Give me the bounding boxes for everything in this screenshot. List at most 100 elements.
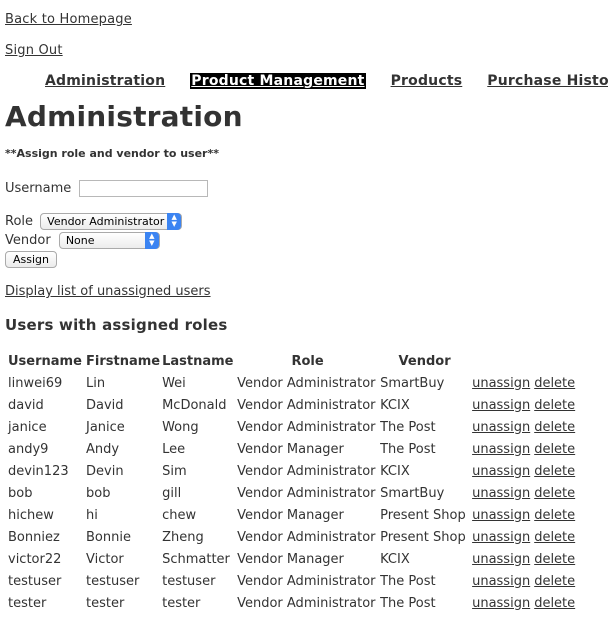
- delete-link[interactable]: delete: [534, 442, 575, 457]
- vendor-label: Vendor: [5, 233, 51, 248]
- table-row: janice Janice Wong Vendor Administrator The …: [5, 416, 580, 438]
- cell-firstname: testuser: [86, 573, 140, 589]
- unassign-link[interactable]: unassign: [472, 376, 530, 391]
- cell-lastname: Sim: [162, 463, 187, 479]
- cell-username: devin123: [8, 463, 69, 479]
- cell-lastname: tester: [162, 595, 201, 611]
- header-lastname: Lastname: [162, 353, 234, 369]
- delete-link[interactable]: delete: [534, 398, 575, 413]
- cell-lastname: testuser: [162, 573, 216, 589]
- cell-actions: unassign delete: [470, 460, 580, 482]
- unassign-link[interactable]: unassign: [472, 574, 530, 589]
- cell-firstname: Devin: [86, 463, 124, 479]
- cell-role: Vendor Manager: [237, 507, 344, 523]
- cell-vendor: SmartBuy: [380, 375, 445, 391]
- unassign-link[interactable]: unassign: [472, 530, 530, 545]
- table-row: linwei69 Lin Wei Vendor Administrator SmartB…: [5, 372, 580, 394]
- delete-link[interactable]: delete: [534, 486, 575, 501]
- cell-role: Vendor Administrator: [237, 463, 376, 479]
- cell-username: bob: [8, 485, 33, 501]
- table-row: devin123 Devin Sim Vendor Administrator KCIX…: [5, 460, 580, 482]
- delete-link[interactable]: delete: [534, 530, 575, 545]
- cell-actions: unassign delete: [470, 570, 580, 592]
- unassign-link[interactable]: unassign: [472, 442, 530, 457]
- delete-link[interactable]: delete: [534, 552, 575, 567]
- unassign-link[interactable]: unassign: [472, 596, 530, 611]
- cell-role: Vendor Administrator: [237, 397, 376, 413]
- delete-link[interactable]: delete: [534, 596, 575, 611]
- unassign-link[interactable]: unassign: [472, 486, 530, 501]
- table-row: bob bob gill Vendor Administrator SmartBuy un…: [5, 482, 580, 504]
- delete-link[interactable]: delete: [534, 376, 575, 391]
- cell-lastname: gill: [162, 485, 182, 501]
- nav-product-management[interactable]: Product Management: [190, 73, 366, 89]
- unassign-link[interactable]: unassign: [472, 420, 530, 435]
- cell-lastname: Wei: [162, 375, 186, 391]
- username-label: Username: [5, 181, 72, 196]
- table-body: linwei69 Lin Wei Vendor Administrator SmartB…: [5, 372, 580, 614]
- cell-username: testuser: [8, 573, 62, 589]
- cell-firstname: David: [86, 397, 124, 413]
- cell-firstname: Andy: [86, 441, 120, 457]
- cell-lastname: chew: [162, 507, 197, 523]
- cell-actions: unassign delete: [470, 526, 580, 548]
- page-title: Administration: [5, 100, 243, 133]
- nav-products[interactable]: Products: [391, 73, 463, 89]
- cell-vendor: SmartBuy: [380, 485, 445, 501]
- back-to-homepage-link[interactable]: Back to Homepage: [5, 12, 132, 27]
- username-input[interactable]: [79, 180, 209, 197]
- cell-role: Vendor Administrator: [237, 529, 376, 545]
- cell-role: Vendor Administrator: [237, 485, 376, 501]
- cell-actions: unassign delete: [470, 482, 580, 504]
- delete-link[interactable]: delete: [534, 420, 575, 435]
- section-title: Users with assigned roles: [5, 316, 228, 334]
- assigned-users-table: Username Firstname Lastname Role Vendor …: [5, 350, 580, 614]
- nav-administration[interactable]: Administration: [45, 73, 165, 89]
- cell-username: janice: [8, 419, 47, 435]
- display-unassigned-users-link[interactable]: Display list of unassigned users: [5, 284, 211, 299]
- cell-username: victor22: [8, 551, 62, 567]
- cell-actions: unassign delete: [470, 394, 580, 416]
- cell-username: david: [8, 397, 44, 413]
- role-select[interactable]: Vendor Administrator ▲ ▼: [40, 213, 183, 230]
- role-row: Role Vendor Administrator ▲ ▼: [5, 213, 183, 230]
- cell-firstname: Lin: [86, 375, 106, 391]
- cell-lastname: Lee: [162, 441, 186, 457]
- vendor-row: Vendor None ▲ ▼: [5, 232, 160, 249]
- unassign-link[interactable]: unassign: [472, 508, 530, 523]
- cell-actions: unassign delete: [470, 416, 580, 438]
- cell-vendor: The Post: [380, 595, 436, 611]
- unassign-link[interactable]: unassign: [472, 552, 530, 567]
- delete-link[interactable]: delete: [534, 574, 575, 589]
- cell-firstname: hi: [86, 507, 98, 523]
- cell-vendor: The Post: [380, 419, 436, 435]
- cell-username: tester: [8, 595, 47, 611]
- vendor-select[interactable]: None ▲ ▼: [58, 232, 160, 249]
- assign-row: Assign: [5, 251, 57, 268]
- unassign-link[interactable]: unassign: [472, 464, 530, 479]
- cell-firstname: Bonnie: [86, 529, 131, 545]
- unassign-link[interactable]: unassign: [472, 398, 530, 413]
- cell-role: Vendor Manager: [237, 441, 344, 457]
- table-row: testuser testuser testuser Vendor Administr…: [5, 570, 580, 592]
- cell-firstname: Victor: [86, 551, 124, 567]
- delete-link[interactable]: delete: [534, 464, 575, 479]
- cell-vendor: KCIX: [380, 463, 410, 479]
- nav-purchase-history[interactable]: Purchase History: [487, 73, 608, 89]
- delete-link[interactable]: delete: [534, 508, 575, 523]
- cell-username: hichew: [8, 507, 54, 523]
- cell-role: Vendor Administrator: [237, 375, 376, 391]
- cell-role: Vendor Administrator: [237, 595, 376, 611]
- username-row: Username: [5, 180, 209, 197]
- cell-lastname: Zheng: [162, 529, 204, 545]
- cell-actions: unassign delete: [470, 438, 580, 460]
- cell-username: Bonniez: [8, 529, 60, 545]
- cell-role: Vendor Administrator: [237, 419, 376, 435]
- sign-out-link[interactable]: Sign Out: [5, 43, 63, 58]
- header-actions: [470, 350, 580, 372]
- assign-button[interactable]: Assign: [5, 251, 57, 268]
- header-vendor: Vendor: [398, 353, 451, 369]
- table-row: victor22 Victor Schmatter Vendor Manager KCI…: [5, 548, 580, 570]
- header-username: Username: [8, 353, 82, 369]
- header-role: Role: [291, 353, 324, 369]
